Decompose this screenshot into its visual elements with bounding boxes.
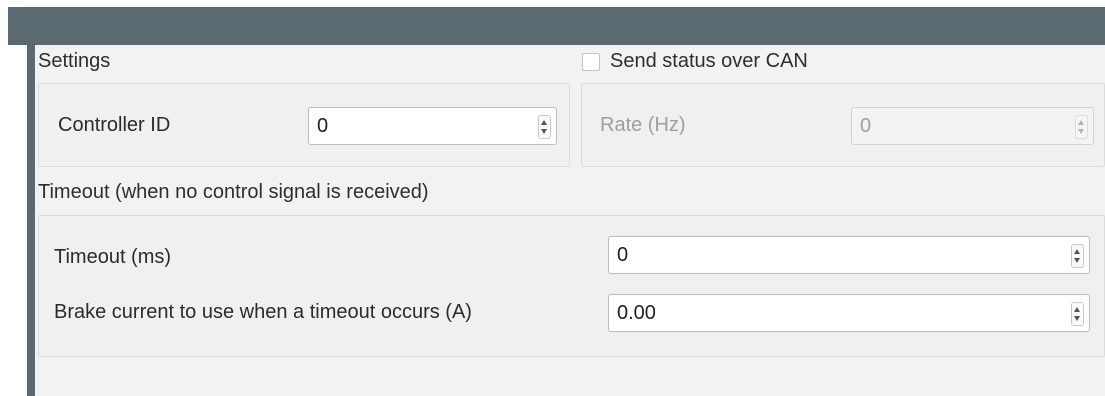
- spin-down-icon[interactable]: [1078, 129, 1084, 134]
- rate-stepper[interactable]: [1075, 115, 1088, 139]
- left-accent-bar: [27, 45, 35, 396]
- send-status-checkbox[interactable]: [582, 53, 600, 71]
- spin-up-icon[interactable]: [1074, 307, 1080, 312]
- settings-group: Controller ID 0: [38, 83, 570, 167]
- page: Settings Controller ID 0 Send status ove…: [0, 0, 1105, 396]
- controller-id-stepper[interactable]: [538, 115, 551, 139]
- timeout-group: Timeout (ms) 0 Brake current to use when…: [38, 215, 1105, 357]
- timeout-ms-value[interactable]: 0: [617, 244, 628, 267]
- spin-down-icon[interactable]: [1074, 316, 1080, 321]
- spin-up-icon[interactable]: [541, 120, 547, 125]
- timeout-ms-label: Timeout (ms): [54, 246, 172, 268]
- settings-title: Settings: [38, 50, 111, 72]
- rate-value[interactable]: 0: [860, 115, 871, 138]
- spin-up-icon[interactable]: [1078, 120, 1084, 125]
- brake-current-stepper[interactable]: [1071, 302, 1084, 326]
- can-status-group: Rate (Hz) 0: [581, 83, 1105, 167]
- settings-panel: Settings Controller ID 0 Send status ove…: [35, 45, 1105, 396]
- spin-down-icon[interactable]: [1074, 258, 1080, 263]
- controller-id-spinbox[interactable]: 0: [308, 107, 557, 145]
- controller-id-label: Controller ID: [58, 114, 171, 136]
- brake-current-spinbox[interactable]: 0.00: [608, 294, 1090, 332]
- rate-label: Rate (Hz): [600, 114, 686, 136]
- controller-id-value[interactable]: 0: [317, 115, 328, 138]
- brake-current-value[interactable]: 0.00: [617, 302, 656, 325]
- send-status-label[interactable]: Send status over CAN: [610, 50, 808, 73]
- timeout-ms-spinbox[interactable]: 0: [608, 236, 1090, 274]
- spin-down-icon[interactable]: [541, 129, 547, 134]
- spin-up-icon[interactable]: [1074, 249, 1080, 254]
- timeout-title: Timeout (when no control signal is recei…: [38, 181, 429, 203]
- rate-spinbox[interactable]: 0: [851, 107, 1094, 145]
- header-bar: [8, 7, 1105, 45]
- brake-current-label: Brake current to use when a timeout occu…: [54, 301, 472, 323]
- timeout-ms-stepper[interactable]: [1071, 244, 1084, 268]
